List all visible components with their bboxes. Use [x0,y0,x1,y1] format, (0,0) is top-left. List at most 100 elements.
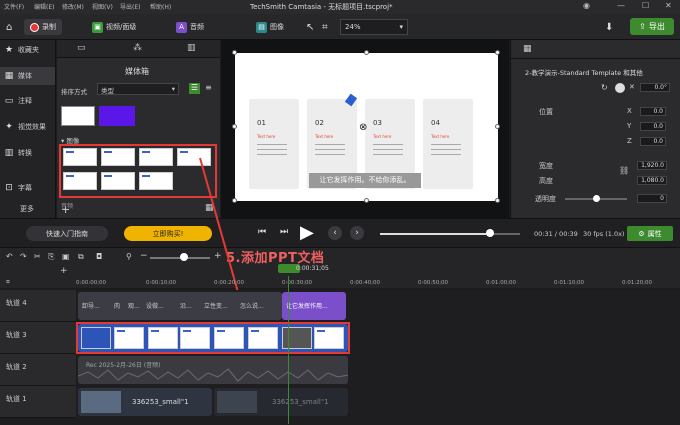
position-y-input[interactable]: 0.0 [640,122,666,131]
resize-handle[interactable] [232,198,237,203]
width-input[interactable]: 1,920.0 [637,161,667,170]
timeline-zoom-thumb[interactable] [180,253,188,261]
snapshot-icon[interactable]: ◘ [96,252,102,261]
canvas-caption: 让它发挥作用。不给你添乱。 [309,173,421,188]
track-header-4[interactable]: 轨道 4 [0,290,76,322]
resize-handle[interactable] [495,198,500,203]
redo-icon[interactable]: ↷ [20,252,27,261]
caption-icon: ⊡ [5,183,13,193]
record-button[interactable]: 录制 [24,19,62,35]
next-marker-icon[interactable]: › [350,226,364,240]
bin-tab-books-icon[interactable]: ▥ [187,43,196,53]
resize-handle[interactable] [495,124,500,129]
video-tool-button[interactable]: ▣ 视频/面级 [92,19,136,35]
sidebar-item-captions[interactable]: ⊡ 字幕 [4,183,32,193]
split-icon[interactable]: ⧉ [78,252,84,262]
track1-video-clip-2[interactable]: 336253_small"1 [214,388,348,416]
buy-now-button[interactable]: 立即购买! [124,226,212,241]
quick-start-guide-button[interactable]: 快速入门指南 [26,226,108,241]
ruler-tick: 0:01:10;00 [554,280,585,286]
playhead-line [288,276,289,424]
rotation-input[interactable]: 0.0° [640,83,670,92]
track-header-2[interactable]: 轨道 2 [0,354,76,386]
zoom-search-icon[interactable]: ⚲ [126,252,132,261]
pointer-icon[interactable]: ↖ [306,19,314,35]
media-thumb-screen[interactable] [61,106,95,126]
rotation-dial[interactable] [615,83,625,93]
move-center-icon[interactable]: ⊗ [359,122,367,133]
link-icon[interactable]: ⛓ [619,166,629,175]
bin-tab-media-icon[interactable]: ▭ [77,43,86,53]
rotate-x-icon: ✕ [629,83,635,91]
opacity-slider-thumb[interactable] [593,195,600,202]
menu-view[interactable]: 视图(V) [92,2,113,11]
user-icon[interactable]: ◉ [583,1,590,10]
position-x-input[interactable]: 0.0 [640,107,666,116]
maximize-icon[interactable]: ☐ [642,1,649,10]
menu-help[interactable]: 帮助(H) [150,2,171,11]
resize-handle[interactable] [232,124,237,129]
undo-icon[interactable]: ↶ [6,252,13,261]
paste-icon[interactable]: ▣ [62,252,70,261]
sidebar-item-transitions[interactable]: ▥ 转换 [4,148,32,158]
menu-export[interactable]: 导出(E) [120,2,140,11]
copy-icon[interactable]: ⎘ [48,252,54,262]
play-icon[interactable]: ▶ [300,222,314,243]
audio-tool-button[interactable]: A 音频 [176,19,204,35]
position-z-input[interactable]: 0.0 [640,137,666,146]
cut-icon[interactable]: ✂ [34,252,41,261]
height-input[interactable]: 1,080.0 [637,176,667,185]
track-header-1[interactable]: 轨道 1 [0,386,76,418]
close-icon[interactable]: ✕ [665,1,672,10]
sidebar-item-visual-effects[interactable]: ✦ 视觉效果 [4,122,46,132]
rotate-icon[interactable]: ↻ [601,83,608,92]
media-thumb-audio[interactable] [99,106,135,126]
prev-marker-icon[interactable]: ‹ [328,226,342,240]
track4-highlight-clip[interactable]: 让它发挥作用... [282,292,346,320]
download-icon[interactable]: ⬇ [605,19,613,35]
ruler-tick: 0:01:20;00 [622,280,653,286]
grid-view-icon[interactable]: ▦ [205,203,214,213]
props-tab-icon[interactable]: ▦ [523,44,532,54]
resize-handle[interactable] [364,198,369,203]
export-button[interactable]: ⇪ 导出 [630,18,674,35]
resize-handle[interactable] [232,50,237,55]
step-forward-icon[interactable]: ⏭ [280,227,288,237]
track1-video-clip[interactable]: 336253_small"1 [78,388,212,416]
media-bin-title: 媒体箱 [125,67,149,76]
bin-tab-library-icon[interactable]: ⁂ [133,43,142,53]
sidebar-item-favorites[interactable]: ★ 收藏夹 [4,45,39,55]
chevron-down-icon: ▾ [399,23,403,31]
zoom-in-icon[interactable]: + [214,251,222,261]
canvas-preview[interactable]: 01 Text here 02 Text here 03 Text here 0… [232,50,500,203]
sort-select[interactable]: 类型 ▾ [97,83,179,95]
crop-icon[interactable]: ⌗ [322,19,328,35]
tutorial-annotation: 5.添加PPT文档 [226,251,325,266]
sidebar-item-media[interactable]: ▦ 媒体 [0,67,55,85]
properties-button[interactable]: ⚙ 属性 [627,226,673,241]
menu-edit[interactable]: 编辑(E) [34,2,54,11]
y-axis-label: Y [627,122,632,130]
menu-file[interactable]: 文件(F) [4,2,24,11]
zoom-out-icon[interactable]: − [140,251,148,261]
minimize-icon[interactable]: — [617,1,625,10]
sidebar-item-annotations[interactable]: ▭ 注释 [4,96,32,106]
home-icon[interactable]: ⌂ [6,19,12,35]
image-tool-button[interactable]: ▤ 图像 [256,19,284,35]
track4-text-clips[interactable]: 卸导... 肉 观... 设做... 沿... 立性变... 怎么说... [78,292,282,320]
resize-handle[interactable] [364,50,369,55]
opacity-input[interactable]: 0 [637,194,667,203]
sidebar-more[interactable]: 更多 [20,204,34,214]
menu-modify[interactable]: 修改(M) [62,2,84,11]
scrubber-thumb[interactable] [486,229,494,237]
track-header-3[interactable]: 轨道 3 [0,322,76,354]
list-view-icon[interactable]: ☰ [189,83,200,94]
step-back-icon[interactable]: ⏮ [258,227,266,237]
add-track-icon[interactable]: + [60,266,68,276]
magnet-icon[interactable]: ⌗ [6,278,10,287]
add-media-icon[interactable]: + [61,203,70,216]
detail-view-icon[interactable]: ≡ [203,83,214,94]
resize-handle[interactable] [495,50,500,55]
zoom-select[interactable]: 24% ▾ [340,19,408,35]
track2-audio-clip[interactable]: Rec 2025-2月-26日 (音频) [78,356,348,384]
